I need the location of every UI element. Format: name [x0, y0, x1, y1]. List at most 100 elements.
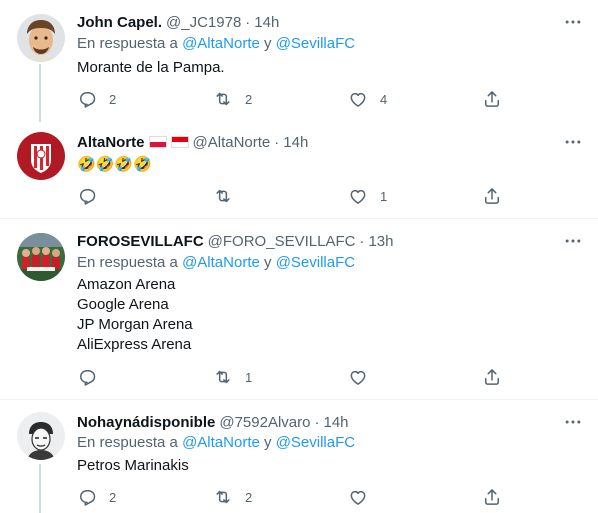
mention-link[interactable]: @AltaNorte: [182, 434, 260, 451]
reply-bubble-icon: [80, 370, 96, 386]
heart-icon: [350, 189, 366, 204]
reply-button[interactable]: [77, 367, 109, 387]
like-button[interactable]: 4: [348, 89, 387, 109]
tweet-text-line: 🤣🤣🤣🤣: [77, 156, 152, 173]
replying-to-join: y: [259, 434, 276, 451]
reply-bubble-icon: [80, 189, 96, 205]
tweet-actions: 1: [77, 367, 507, 387]
tweet-text: Morante de la Pampa.: [77, 58, 225, 78]
display-name[interactable]: Nohaynádisponible: [77, 414, 215, 431]
separator-dot: ·: [274, 133, 280, 151]
reply-count: 2: [109, 91, 117, 107]
more-options-button[interactable]: [563, 412, 583, 432]
mention-link[interactable]: @SevillaFC: [276, 254, 355, 271]
tweet-text-line: Google Arena: [77, 296, 169, 313]
display-name[interactable]: John Capel.: [77, 14, 162, 31]
tweet-header: AltaNorte @AltaNorte · 14h: [77, 132, 308, 152]
avatar[interactable]: [17, 412, 65, 460]
more-horizontal-icon: [565, 20, 581, 24]
thread-connector-line: [39, 64, 41, 122]
display-name[interactable]: FOROSEVILLAFC: [77, 233, 204, 250]
mention-link[interactable]: @AltaNorte: [182, 254, 260, 271]
tweet-header: John Capel. @_JC1978 · 14h: [77, 12, 279, 32]
avatar-forosevillafc-team-photo: [17, 233, 65, 281]
username-handle[interactable]: @AltaNorte: [193, 134, 271, 151]
separator-dot: ·: [314, 413, 320, 431]
reply-count: 2: [109, 489, 117, 505]
mention-link[interactable]: @AltaNorte: [182, 35, 260, 52]
username-handle[interactable]: @_JC1978: [166, 14, 241, 31]
separator-dot: ·: [359, 232, 365, 250]
more-horizontal-icon: [565, 140, 581, 144]
tweet-header: Nohaynádisponible @7592Alvaro · 14h: [77, 412, 349, 432]
reply-button[interactable]: [77, 186, 109, 206]
heart-icon: [350, 490, 366, 505]
reply-bubble-icon: [80, 490, 96, 506]
replying-to-prefix: En respuesta a: [77, 254, 183, 271]
tweet-text-line: Amazon Arena: [77, 276, 176, 293]
tweet-actions: 2 2: [77, 487, 507, 507]
retweet-icon: [216, 370, 230, 384]
share-icon: [485, 369, 499, 385]
like-count: 4: [380, 91, 388, 107]
username-handle[interactable]: @7592Alvaro: [219, 414, 310, 431]
tweet-text: Amazon Arena Google Arena JP Morgan Aren…: [77, 275, 193, 355]
separator-dot: ·: [245, 13, 251, 31]
tweet-actions: 2 2 4: [77, 89, 507, 109]
like-button[interactable]: [348, 487, 380, 507]
replying-to-line: En respuesta a @AltaNorte y @SevillaFC: [77, 434, 355, 454]
retweet-button[interactable]: [213, 186, 245, 206]
retweet-count: 2: [245, 489, 253, 505]
tweet-john-capel[interactable]: John Capel. @_JC1978 · 14h En respuesta …: [0, 0, 598, 122]
mention-link[interactable]: @SevillaFC: [276, 35, 355, 52]
username-handle[interactable]: @FORO_SEVILLAFC: [208, 233, 356, 250]
more-options-button[interactable]: [563, 132, 583, 152]
share-icon: [485, 489, 499, 505]
avatar[interactable]: [17, 233, 65, 281]
share-icon: [485, 188, 499, 204]
like-button[interactable]: 1: [348, 186, 387, 206]
avatar-john-capel-image: [17, 14, 65, 62]
tweet-actions: 1: [77, 186, 507, 206]
timestamp[interactable]: 13h: [368, 233, 393, 250]
replying-to-line: En respuesta a @AltaNorte y @SevillaFC: [77, 254, 355, 274]
timestamp[interactable]: 14h: [283, 134, 308, 151]
replying-to-prefix: En respuesta a: [77, 434, 183, 451]
thread-connector-line: [39, 464, 41, 513]
retweet-button[interactable]: 1: [213, 367, 252, 387]
tweet-nohaynadisponible[interactable]: Nohaynádisponible @7592Alvaro · 14h En r…: [0, 400, 598, 513]
tweet-header: FOROSEVILLAFC @FORO_SEVILLAFC · 13h: [77, 231, 393, 251]
share-button[interactable]: [482, 89, 502, 109]
tweet-text-line: Morante de la Pampa.: [77, 59, 225, 76]
timestamp[interactable]: 14h: [254, 14, 279, 31]
share-button[interactable]: [482, 487, 502, 507]
reply-button[interactable]: 2: [77, 487, 116, 507]
retweet-button[interactable]: 2: [213, 89, 252, 109]
share-button[interactable]: [482, 186, 502, 206]
retweet-button[interactable]: 2: [213, 487, 252, 507]
timestamp[interactable]: 14h: [323, 414, 348, 431]
avatar[interactable]: [17, 132, 65, 180]
heart-icon: [350, 370, 366, 385]
more-options-button[interactable]: [563, 231, 583, 251]
tweet-altanorte[interactable]: AltaNorte @AltaNorte · 14h 🤣🤣🤣🤣 1: [0, 118, 598, 218]
replying-to-line: En respuesta a @AltaNorte y @SevillaFC: [77, 35, 355, 55]
replying-to-join: y: [259, 254, 276, 271]
like-button[interactable]: [348, 367, 380, 387]
tweet-forosevillafc[interactable]: FOROSEVILLAFC @FORO_SEVILLAFC · 13h En r…: [0, 219, 598, 399]
reply-bubble-icon: [80, 92, 96, 108]
mention-link[interactable]: @SevillaFC: [276, 434, 355, 451]
avatar[interactable]: [17, 14, 65, 62]
tweet-text-line: AliExpress Arena: [77, 336, 192, 353]
retweet-icon: [216, 92, 230, 106]
replying-to-prefix: En respuesta a: [77, 35, 183, 52]
tweet-text: 🤣🤣🤣🤣: [77, 155, 152, 175]
like-count: 1: [380, 188, 388, 204]
tweet-text-line: Petros Marinakis: [77, 457, 189, 474]
share-button[interactable]: [482, 367, 502, 387]
reply-button[interactable]: 2: [77, 89, 116, 109]
tweet-text: Petros Marinakis: [77, 456, 189, 476]
more-options-button[interactable]: [563, 12, 583, 32]
heart-icon: [350, 92, 366, 107]
display-name[interactable]: AltaNorte: [77, 134, 145, 151]
